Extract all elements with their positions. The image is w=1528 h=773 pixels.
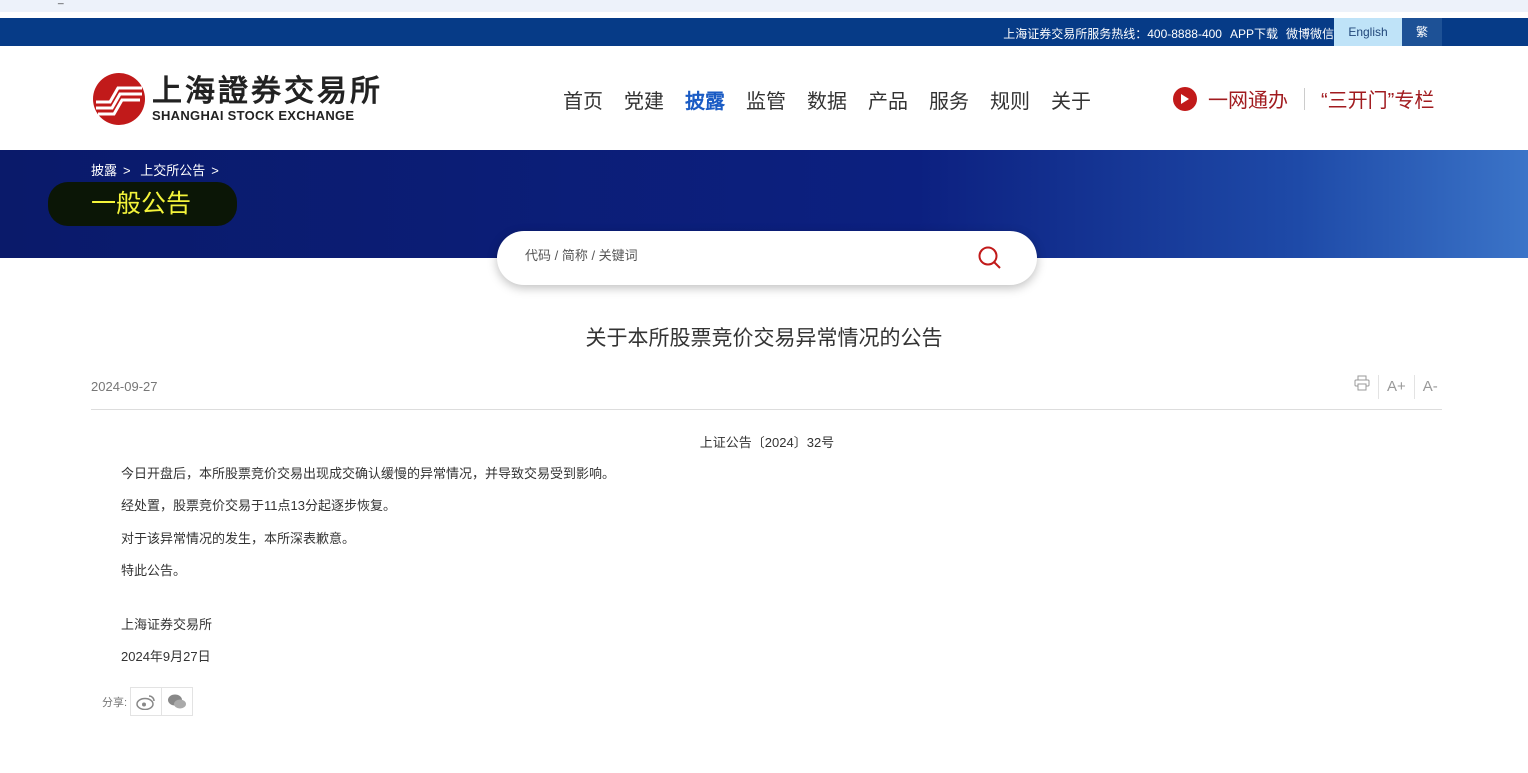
breadcrumb: 披露 > 上交所公告 > bbox=[91, 160, 225, 179]
paragraph: 经处置，股票竞价交易于11点13分起逐步恢复。 bbox=[121, 498, 396, 513]
logo-cn: 上海證券交易所 bbox=[152, 73, 383, 109]
divider bbox=[1304, 87, 1305, 110]
wechat-icon bbox=[168, 694, 187, 708]
article-title: 关于本所股票竞价交易异常情况的公告 bbox=[585, 327, 943, 350]
search-icon[interactable] bbox=[977, 245, 1003, 271]
quick-links: 一网通办 “三开门”专栏 bbox=[1172, 84, 1434, 113]
share-weibo-button[interactable] bbox=[130, 687, 163, 716]
divider bbox=[91, 409, 1442, 410]
article-tools: A+ A- bbox=[1346, 375, 1446, 399]
nav-party[interactable]: 党建 bbox=[624, 85, 664, 114]
logo-en: SHANGHAI STOCK EXCHANGE bbox=[152, 107, 355, 123]
font-increase-button[interactable]: A+ bbox=[1378, 375, 1414, 399]
nav-disclosure[interactable]: 披露 bbox=[685, 85, 725, 114]
app-download-link[interactable]: APP下载 bbox=[1230, 27, 1278, 41]
traditional-chinese-button[interactable]: 繁 bbox=[1402, 18, 1442, 46]
sign-date: 2024年9月27日 bbox=[121, 649, 211, 664]
main-nav: 首页 党建 披露 监管 数据 产品 服务 规则 关于 bbox=[563, 85, 1091, 114]
browser-mark: _ bbox=[58, 0, 64, 5]
weibo-wechat-link[interactable]: 微博微信 bbox=[1286, 27, 1334, 41]
share-bar: 分享: bbox=[102, 687, 194, 716]
nav-home[interactable]: 首页 bbox=[563, 85, 603, 114]
nav-supervision[interactable]: 监管 bbox=[746, 85, 786, 114]
page-title: 一般公告 bbox=[48, 182, 238, 226]
hotline: 上海证券交易所服务热线：400-8888-400 bbox=[1003, 27, 1222, 41]
share-label: 分享: bbox=[102, 696, 128, 709]
signer: 上海证券交易所 bbox=[121, 617, 213, 632]
paragraph: 特此公告。 bbox=[121, 563, 187, 578]
paragraph: 对于该异常情况的发生，本所深表歉意。 bbox=[121, 531, 356, 546]
nav-services[interactable]: 服务 bbox=[929, 85, 969, 114]
english-button[interactable]: English bbox=[1334, 18, 1402, 46]
article-date: 2024-09-27 bbox=[91, 379, 158, 394]
print-icon bbox=[1354, 375, 1370, 391]
share-wechat-button[interactable] bbox=[161, 687, 194, 716]
search-box bbox=[497, 231, 1037, 285]
top-bar: 上海证券交易所服务热线：400-8888-400 APP下载 微博微信 Englis… bbox=[0, 18, 1528, 46]
nav-about[interactable]: 关于 bbox=[1051, 85, 1091, 114]
nav-products[interactable]: 产品 bbox=[868, 85, 908, 114]
chevron-right-icon: > bbox=[211, 163, 219, 178]
breadcrumb-announcements[interactable]: 上交所公告 bbox=[140, 163, 205, 178]
font-decrease-button[interactable]: A- bbox=[1413, 375, 1446, 399]
search-input[interactable] bbox=[525, 248, 925, 263]
logo[interactable]: 上海證券交易所 SHANGHAI STOCK EXCHANGE bbox=[92, 72, 383, 126]
paragraph: 今日开盘后，本所股票竞价交易出现成交确认缓慢的异常情况，并导致交易受到影响。 bbox=[121, 466, 616, 481]
one-network-icon bbox=[1173, 86, 1197, 111]
print-button[interactable] bbox=[1346, 375, 1378, 399]
nav-rules[interactable]: 规则 bbox=[990, 85, 1030, 114]
nav-data[interactable]: 数据 bbox=[807, 85, 847, 114]
weibo-icon bbox=[136, 694, 155, 710]
chevron-right-icon: > bbox=[123, 163, 131, 178]
breadcrumb-disclosure[interactable]: 披露 bbox=[91, 163, 117, 178]
document-number: 上证公告〔2024〕32号 bbox=[699, 435, 835, 450]
sse-logo-icon bbox=[93, 73, 145, 125]
three-doors-link[interactable]: “三开门”专栏 bbox=[1321, 84, 1434, 113]
one-network-link[interactable]: 一网通办 bbox=[1208, 84, 1288, 113]
browser-strip: _ bbox=[0, 0, 1528, 12]
